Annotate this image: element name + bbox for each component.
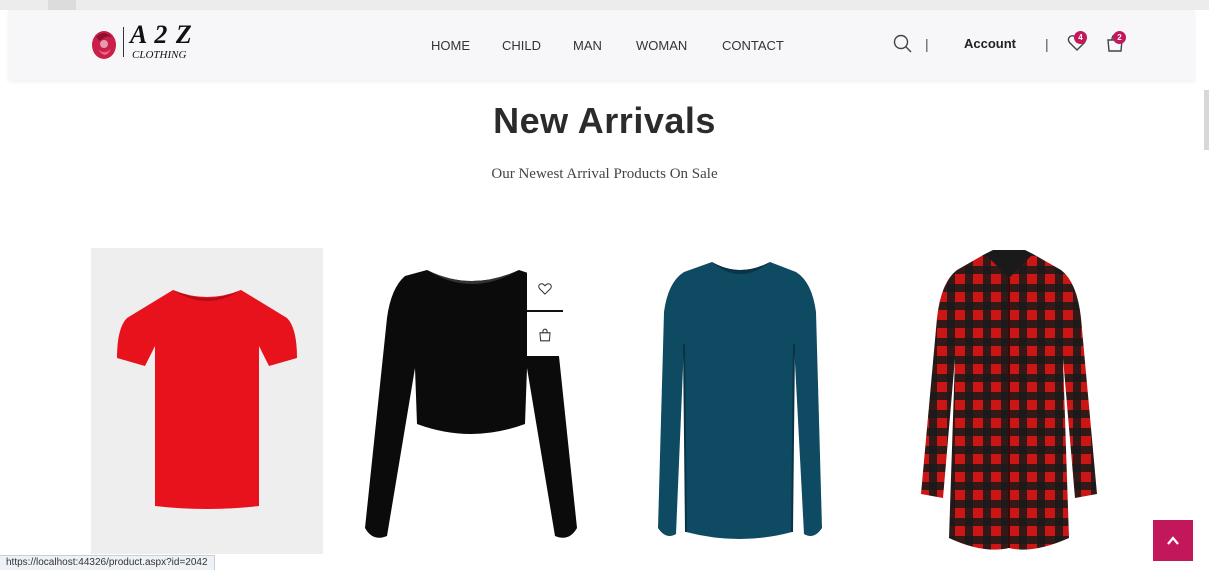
account-link[interactable]: Account [964, 36, 1016, 51]
search-icon[interactable] [892, 33, 914, 55]
section-title: New Arrivals [493, 100, 716, 141]
nav-contact[interactable]: CONTACT [722, 38, 784, 53]
chevron-up-icon [1167, 535, 1179, 545]
product-card[interactable] [893, 248, 1125, 554]
add-to-cart-button[interactable] [527, 316, 563, 354]
nav-home[interactable]: HOME [431, 38, 470, 53]
add-to-wishlist-button[interactable] [527, 270, 563, 308]
product-card[interactable] [91, 248, 323, 554]
main-nav: HOME CHILD MAN WOMAN CONTACT [8, 10, 1195, 80]
heart-icon [538, 283, 552, 295]
quick-actions-divider [527, 310, 563, 312]
section-subtitle: Our Newest Arrival Products On Sale [491, 166, 718, 182]
cart-count-badge: 2 [1113, 31, 1126, 44]
wishlist-count-badge: 4 [1074, 31, 1087, 44]
product-card[interactable] [624, 248, 856, 554]
browser-top-strip [0, 0, 1209, 10]
red-tshirt-image [91, 248, 323, 554]
nav-woman[interactable]: WOMAN [636, 38, 687, 53]
bag-icon [539, 328, 551, 342]
scroll-to-top-button[interactable] [1153, 520, 1193, 561]
red-plaid-shirt-image [893, 248, 1125, 554]
nav-child[interactable]: CHILD [502, 38, 541, 53]
site-header: A 2 Z CLOTHING HOME CHILD MAN WOMAN CONT… [8, 10, 1195, 80]
header-separator: | [1045, 36, 1049, 52]
product-quick-actions [527, 270, 563, 356]
browser-status-url: https://localhost:44326/product.aspx?id=… [0, 555, 215, 570]
top-strip-tab [48, 0, 76, 10]
header-separator: | [925, 36, 929, 52]
nav-man[interactable]: MAN [573, 38, 602, 53]
teal-longsleeve-image [624, 248, 856, 554]
